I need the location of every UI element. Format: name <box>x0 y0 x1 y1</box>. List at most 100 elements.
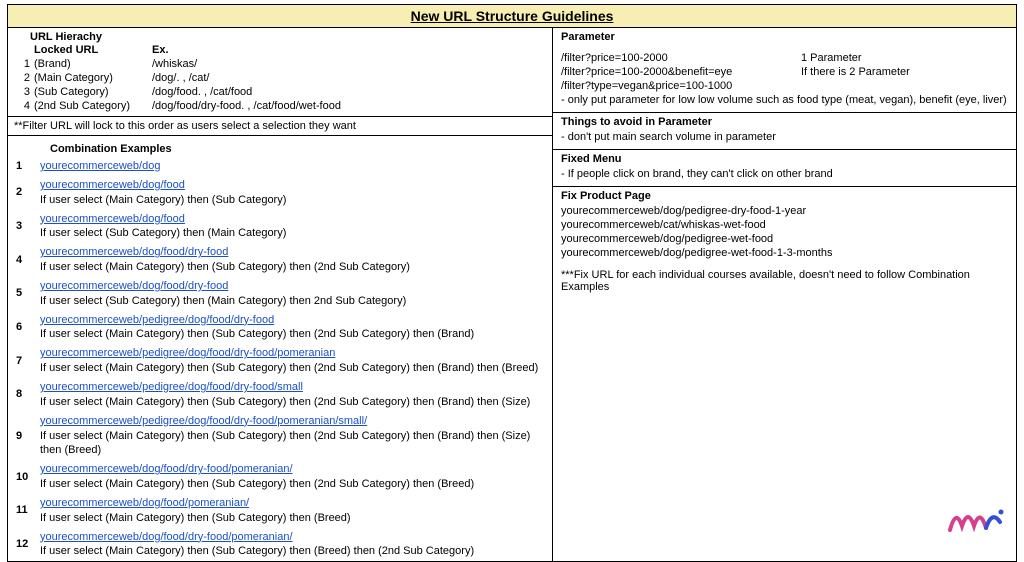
combo-row-num: 1 <box>16 159 40 174</box>
avoid-line: - don't put main search volume in parame… <box>561 130 1008 144</box>
combo-url-link[interactable]: yourecommerceweb/pedigree/dog/food/dry-f… <box>40 347 335 359</box>
combo-url-link[interactable]: yourecommerceweb/dog <box>40 160 160 172</box>
combo-row: 12yourecommerceweb/dog/food/dry-food/pom… <box>16 528 544 562</box>
parameter-label: If there is 2 Parameter <box>801 66 1008 78</box>
col-locked-url: Locked URL <box>34 44 152 56</box>
hierarchy-row: 4(2nd Sub Category)/dog/food/dry-food. ,… <box>16 99 544 113</box>
fixed-menu-heading: Fixed Menu <box>561 153 1008 167</box>
fixed-menu-section: Fixed Menu - If people click on brand, t… <box>553 150 1016 187</box>
hierarchy-row-num: 3 <box>16 86 34 98</box>
combo-row-num: 10 <box>16 462 40 492</box>
combo-row: 8yourecommerceweb/pedigree/dog/food/dry-… <box>16 378 544 412</box>
combo-url-link[interactable]: yourecommerceweb/pedigree/dog/food/dry-f… <box>40 381 303 393</box>
hierarchy-heading: URL Hierachy <box>16 31 544 43</box>
combo-row-num: 2 <box>16 178 40 208</box>
combo-row-num: 11 <box>16 496 40 526</box>
combo-url-link[interactable]: yourecommerceweb/dog/food/dry-food <box>40 246 228 258</box>
combo-row-num: 9 <box>16 414 40 459</box>
parameter-section: Parameter /filter?price=100-20001 Parame… <box>553 28 1016 113</box>
filter-lock-note: **Filter URL will lock to this order as … <box>8 116 552 136</box>
fixed-menu-line: - If people click on brand, they can't c… <box>561 167 1008 181</box>
combo-url-link[interactable]: yourecommerceweb/pedigree/dog/food/dry-f… <box>40 415 367 427</box>
combo-row-num: 8 <box>16 380 40 410</box>
combo-url-link[interactable]: yourecommerceweb/pedigree/dog/food/dry-f… <box>40 314 274 326</box>
combo-desc: If user select (Main Category) then (Sub… <box>40 396 530 408</box>
combo-row: 1yourecommerceweb/dog <box>16 157 544 176</box>
combo-row-num: 5 <box>16 279 40 309</box>
combo-url-link[interactable]: yourecommerceweb/dog/food <box>40 213 185 225</box>
combo-desc: If user select (Main Category) then (Sub… <box>40 261 410 273</box>
combo-desc: If user select (Main Category) then (Sub… <box>40 362 538 374</box>
fix-product-section: Fix Product Page yourecommerceweb/dog/pe… <box>553 187 1016 299</box>
combo-url-link[interactable]: yourecommerceweb/dog/food/pomeranian/ <box>40 497 249 509</box>
parameter-row: /filter?price=100-20001 Parameter <box>561 51 1008 65</box>
combo-row: 7yourecommerceweb/pedigree/dog/food/dry-… <box>16 344 544 378</box>
fix-product-line: yourecommerceweb/dog/pedigree-wet-food <box>561 232 1008 246</box>
hierarchy-row-num: 2 <box>16 72 34 84</box>
parameter-filter: /filter?price=100-2000 <box>561 52 801 64</box>
avoid-section: Things to avoid in Parameter - don't put… <box>553 113 1016 150</box>
fix-product-line: yourecommerceweb/dog/pedigree-dry-food-1… <box>561 204 1008 218</box>
parameter-heading: Parameter <box>561 31 1008 45</box>
combo-desc: If user select (Main Category) then (Sub… <box>40 430 530 457</box>
fix-product-line: yourecommerceweb/dog/pedigree-wet-food-1… <box>561 246 1008 260</box>
parameter-label <box>801 80 1008 92</box>
combo-row-num: 6 <box>16 313 40 343</box>
combo-url-link[interactable]: yourecommerceweb/dog/food <box>40 179 185 191</box>
combo-desc: If user select (Sub Category) then (Main… <box>40 295 406 307</box>
hierarchy-section: URL Hierachy Locked URL Ex. 1(Brand)/whi… <box>8 28 552 116</box>
combo-row: 6yourecommerceweb/pedigree/dog/food/dry-… <box>16 311 544 345</box>
combo-desc: If user select (Main Category) then (Sub… <box>40 194 286 206</box>
combo-url-link[interactable]: yourecommerceweb/dog/food/dry-food/pomer… <box>40 531 293 543</box>
hierarchy-row-example: /dog/. , /cat/ <box>152 72 544 84</box>
parameter-label: 1 Parameter <box>801 52 1008 64</box>
hierarchy-row-example: /dog/food/dry-food. , /cat/food/wet-food <box>152 100 544 112</box>
combination-heading: Combination Examples <box>16 139 544 157</box>
combo-row-num: 4 <box>16 245 40 275</box>
page-title: New URL Structure Guidelines <box>8 5 1016 28</box>
hierarchy-row-example: /dog/food. , /cat/food <box>152 86 544 98</box>
parameter-note: - only put parameter for low low volume … <box>561 93 1008 107</box>
combo-row: 4yourecommerceweb/dog/food/dry-food If us… <box>16 243 544 277</box>
fix-product-heading: Fix Product Page <box>561 190 1008 204</box>
hierarchy-row: 2(Main Category)/dog/. , /cat/ <box>16 71 544 85</box>
col-ex: Ex. <box>152 44 544 56</box>
combo-url-link[interactable]: yourecommerceweb/dog/food/dry-food/pomer… <box>40 463 293 475</box>
brand-logo-icon <box>946 498 1006 538</box>
combo-url-link[interactable]: yourecommerceweb/dog/food/dry-food <box>40 280 228 292</box>
hierarchy-row-example: /whiskas/ <box>152 58 544 70</box>
hierarchy-row-num: 1 <box>16 58 34 70</box>
hierarchy-row-label: (Brand) <box>34 58 152 70</box>
right-column: Parameter /filter?price=100-20001 Parame… <box>553 28 1016 561</box>
avoid-heading: Things to avoid in Parameter <box>561 116 1008 130</box>
combo-desc: If user select (Sub Category) then (Main… <box>40 227 286 239</box>
parameter-filter: /filter?type=vegan&price=100-1000 <box>561 80 801 92</box>
hierarchy-row-num: 4 <box>16 100 34 112</box>
left-column: URL Hierachy Locked URL Ex. 1(Brand)/whi… <box>8 28 553 561</box>
hierarchy-row-label: (Main Category) <box>34 72 152 84</box>
combo-desc: If user select (Main Category) then (Sub… <box>40 328 474 340</box>
combo-desc: If user select (Main Category) then (Sub… <box>40 512 351 524</box>
hierarchy-row-label: (2nd Sub Category) <box>34 100 152 112</box>
parameter-filter: /filter?price=100-2000&benefit=eye <box>561 66 801 78</box>
combo-row: 10yourecommerceweb/dog/food/dry-food/pom… <box>16 460 544 494</box>
combo-row: 2yourecommerceweb/dog/food If user select… <box>16 176 544 210</box>
combination-section: Combination Examples 1yourecommerceweb/d… <box>8 136 552 561</box>
hierarchy-row: 1(Brand)/whiskas/ <box>16 57 544 71</box>
fix-product-note: ***Fix URL for each individual courses a… <box>561 268 1008 294</box>
combo-row: 5yourecommerceweb/dog/food/dry-food If us… <box>16 277 544 311</box>
combo-row-num: 12 <box>16 530 40 560</box>
parameter-row: /filter?type=vegan&price=100-1000 <box>561 79 1008 93</box>
hierarchy-row-label: (Sub Category) <box>34 86 152 98</box>
combo-row: 11yourecommerceweb/dog/food/pomeranian/I… <box>16 494 544 528</box>
combo-row: 9yourecommerceweb/pedigree/dog/food/dry-… <box>16 412 544 461</box>
combo-desc: If user select (Main Category) then (Sub… <box>40 545 474 557</box>
combo-row-num: 3 <box>16 212 40 242</box>
combo-row-num: 7 <box>16 346 40 376</box>
guidelines-sheet: New URL Structure Guidelines URL Hierach… <box>7 4 1017 562</box>
hierarchy-row: 3(Sub Category)/dog/food. , /cat/food <box>16 85 544 99</box>
combo-desc: If user select (Main Category) then (Sub… <box>40 478 474 490</box>
parameter-row: /filter?price=100-2000&benefit=eyeIf the… <box>561 65 1008 79</box>
fix-product-line: yourecommerceweb/cat/whiskas-wet-food <box>561 218 1008 232</box>
combo-row: 3yourecommerceweb/dog/food If user select… <box>16 210 544 244</box>
